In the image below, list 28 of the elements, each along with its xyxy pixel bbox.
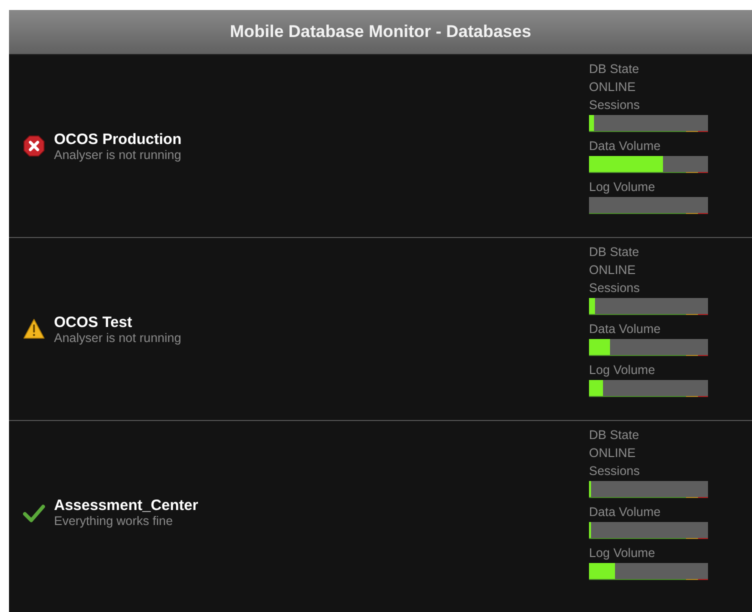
warning-icon — [23, 318, 45, 340]
metric-label: Data Volume — [589, 504, 661, 521]
database-name: OCOS Test — [54, 314, 134, 330]
metric-label: Log Volume — [589, 179, 656, 196]
state-label: DB State — [589, 244, 640, 261]
state-label: DB State — [589, 427, 640, 444]
state-label: DB State — [589, 61, 640, 78]
metric-label: Sessions — [589, 97, 640, 114]
state-value: ONLINE — [589, 79, 636, 96]
database-row[interactable]: Assessment_Center Everything works fine DB State ONLINE Sessions Data Volume Log Volume — [9, 421, 752, 604]
status-message: Everything works fine — [54, 514, 174, 528]
database-row[interactable]: OCOS Production Analyser is not running DB State ONLINE Sessions Data Volume Log Volume — [9, 55, 752, 238]
error-icon — [23, 135, 45, 157]
window-title: Mobile Database Monitor - Databases — [230, 22, 532, 42]
metric-label: Sessions — [589, 280, 640, 297]
status-message: Analyser is not running — [54, 330, 182, 344]
checkmark-icon — [23, 502, 45, 524]
metric-label: Data Volume — [589, 321, 661, 338]
state-value: ONLINE — [589, 262, 636, 279]
database-row[interactable]: OCOS Test Analyser is not running DB State ONLINE Sessions Data Volume Log Volume — [9, 238, 752, 421]
state-value: ONLINE — [589, 445, 636, 462]
database-name: Assessment_Center — [54, 497, 198, 514]
database-name: OCOS Production — [54, 130, 182, 148]
status-message: Analyser is not running — [54, 148, 182, 162]
metric-label: Log Volume — [589, 545, 656, 562]
metric-label: Log Volume — [589, 362, 656, 379]
metric-label: Data Volume — [589, 138, 661, 155]
metric-label: Sessions — [589, 463, 640, 480]
